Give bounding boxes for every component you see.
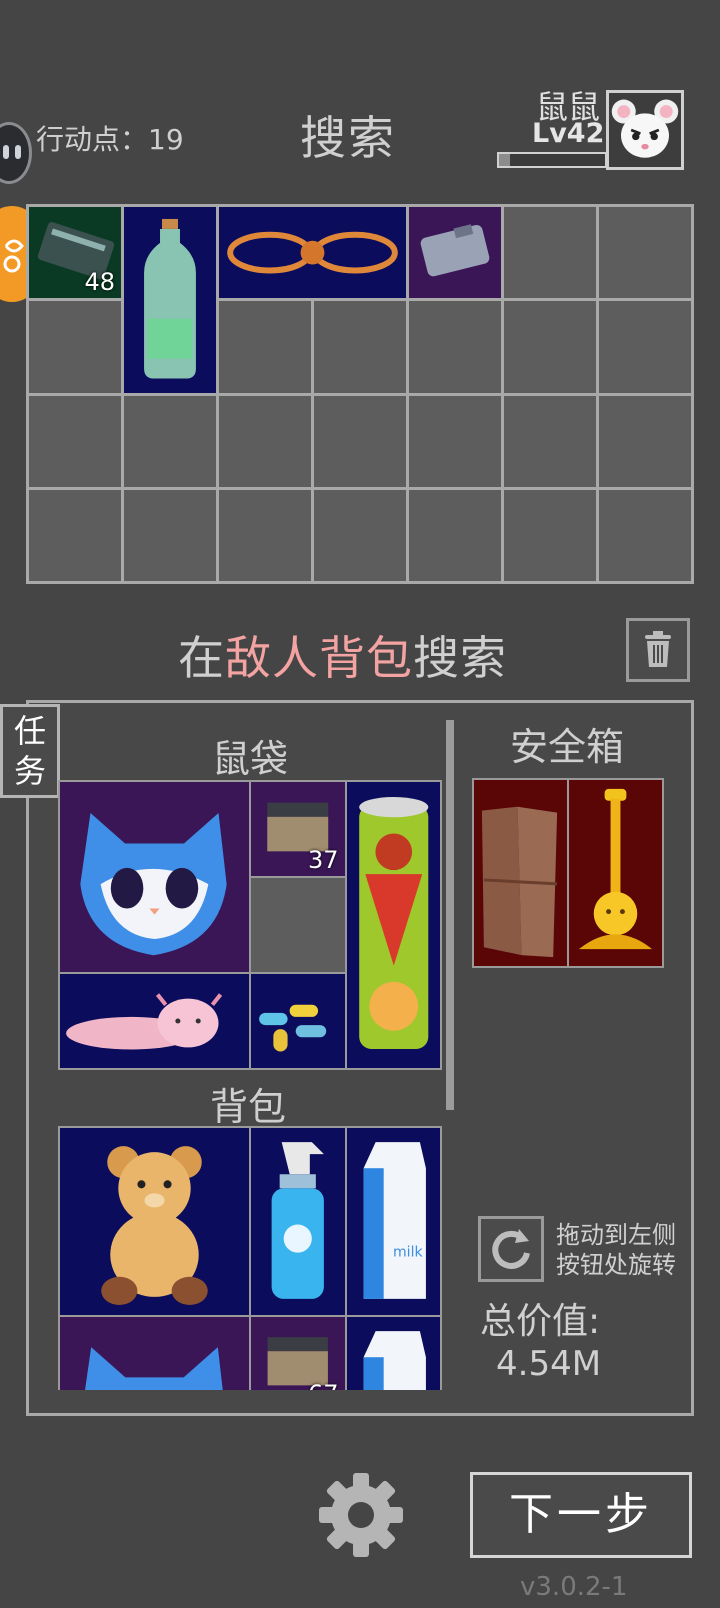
trash-icon bbox=[645, 631, 671, 667]
action-points-value: 19 bbox=[148, 123, 184, 156]
milk-label: milk bbox=[392, 1245, 423, 1261]
water-bottle-icon bbox=[144, 218, 196, 379]
backpack-grid: milk 67 bbox=[58, 1126, 442, 1390]
rotate-hint-line1: 拖动到左侧 bbox=[556, 1221, 676, 1249]
backpack-scroll-area[interactable]: milk 67 bbox=[58, 1126, 442, 1390]
item-slot[interactable] bbox=[60, 782, 249, 972]
player-avatar[interactable] bbox=[606, 90, 684, 170]
golden-trophy-icon bbox=[578, 788, 653, 950]
item-slot[interactable]: 48 bbox=[29, 207, 121, 299]
item-slot[interactable] bbox=[219, 207, 406, 299]
version-label: v3.0.2-1 bbox=[520, 1572, 628, 1602]
total-value: 4.54M bbox=[496, 1344, 602, 1384]
action-points: 行动点：19 bbox=[36, 118, 184, 158]
action-points-label: 行动点： bbox=[36, 123, 149, 156]
item-slot[interactable]: milk bbox=[346, 1128, 440, 1315]
pouch-heading: 鼠袋 bbox=[212, 737, 289, 781]
heading-prefix: 在 bbox=[178, 631, 225, 685]
item-slot[interactable] bbox=[251, 1128, 345, 1315]
task-button[interactable]: 任 务 bbox=[0, 704, 60, 798]
xp-bar bbox=[497, 152, 607, 168]
rotate-button[interactable] bbox=[478, 1216, 544, 1282]
item-slot[interactable] bbox=[474, 780, 567, 966]
cat-mask-icon bbox=[85, 1347, 223, 1390]
item-count: 37 bbox=[307, 846, 339, 874]
item-slot[interactable] bbox=[60, 974, 249, 1068]
heading-highlight: 敌人背包 bbox=[225, 631, 413, 685]
menu-disc-icon[interactable] bbox=[0, 122, 32, 184]
safebox-grid bbox=[472, 778, 664, 968]
spray-bottle-icon bbox=[271, 1142, 324, 1299]
item-slot[interactable] bbox=[124, 207, 216, 393]
item-slot[interactable] bbox=[346, 1317, 440, 1390]
item-slot[interactable]: 37 bbox=[251, 782, 345, 876]
item-count: 48 bbox=[84, 268, 115, 297]
pills-icon bbox=[259, 1004, 327, 1052]
cat-mask-icon bbox=[80, 812, 227, 956]
item-slot[interactable] bbox=[251, 974, 345, 1068]
heading-suffix: 搜索 bbox=[413, 631, 507, 685]
item-slot[interactable] bbox=[60, 1128, 249, 1315]
safebox-heading: 安全箱 bbox=[510, 725, 625, 769]
teddy-bear-icon bbox=[101, 1146, 208, 1305]
rotate-hint: 拖动到左侧 按钮处旋转 bbox=[556, 1220, 676, 1280]
battery-pack-icon bbox=[420, 224, 490, 277]
axolotl-plush-icon bbox=[66, 993, 223, 1050]
item-count: 67 bbox=[308, 1380, 339, 1391]
item-slot[interactable] bbox=[60, 1317, 249, 1390]
pouch-grid: 37 bbox=[58, 780, 442, 1070]
task-label-1: 任 bbox=[13, 712, 46, 750]
xp-fill bbox=[499, 154, 510, 166]
chips-can-icon bbox=[358, 796, 428, 1049]
item-slot[interactable] bbox=[569, 780, 662, 966]
item-slot[interactable] bbox=[409, 207, 501, 299]
trash-button[interactable] bbox=[626, 618, 690, 682]
milk-carton-icon: milk bbox=[363, 1142, 426, 1299]
next-step-button[interactable]: 下一步 bbox=[470, 1472, 692, 1558]
item-slot[interactable] bbox=[346, 782, 440, 1068]
scrollbar[interactable] bbox=[446, 720, 454, 1110]
white-mouse-avatar-icon bbox=[611, 99, 679, 158]
page-title: 搜索 bbox=[300, 111, 396, 165]
player-level: Lv42 bbox=[532, 118, 605, 149]
rotate-icon bbox=[492, 1229, 530, 1269]
total-value-label: 总价值: bbox=[480, 1301, 601, 1342]
enemy-backpack-heading: 在敌人背包搜索 bbox=[178, 622, 507, 688]
leather-wallet-icon bbox=[481, 806, 558, 958]
task-label-2: 务 bbox=[13, 752, 46, 790]
gear-icon bbox=[319, 1473, 403, 1557]
settings-button[interactable] bbox=[316, 1470, 406, 1560]
backpack-heading: 背包 bbox=[210, 1085, 287, 1129]
rotate-hint-line2: 按钮处旋转 bbox=[556, 1251, 676, 1279]
search-grid: 48 bbox=[26, 204, 694, 584]
milk-carton-icon bbox=[363, 1331, 426, 1390]
item-slot[interactable]: 67 bbox=[251, 1317, 345, 1390]
rope-icon bbox=[227, 231, 398, 274]
